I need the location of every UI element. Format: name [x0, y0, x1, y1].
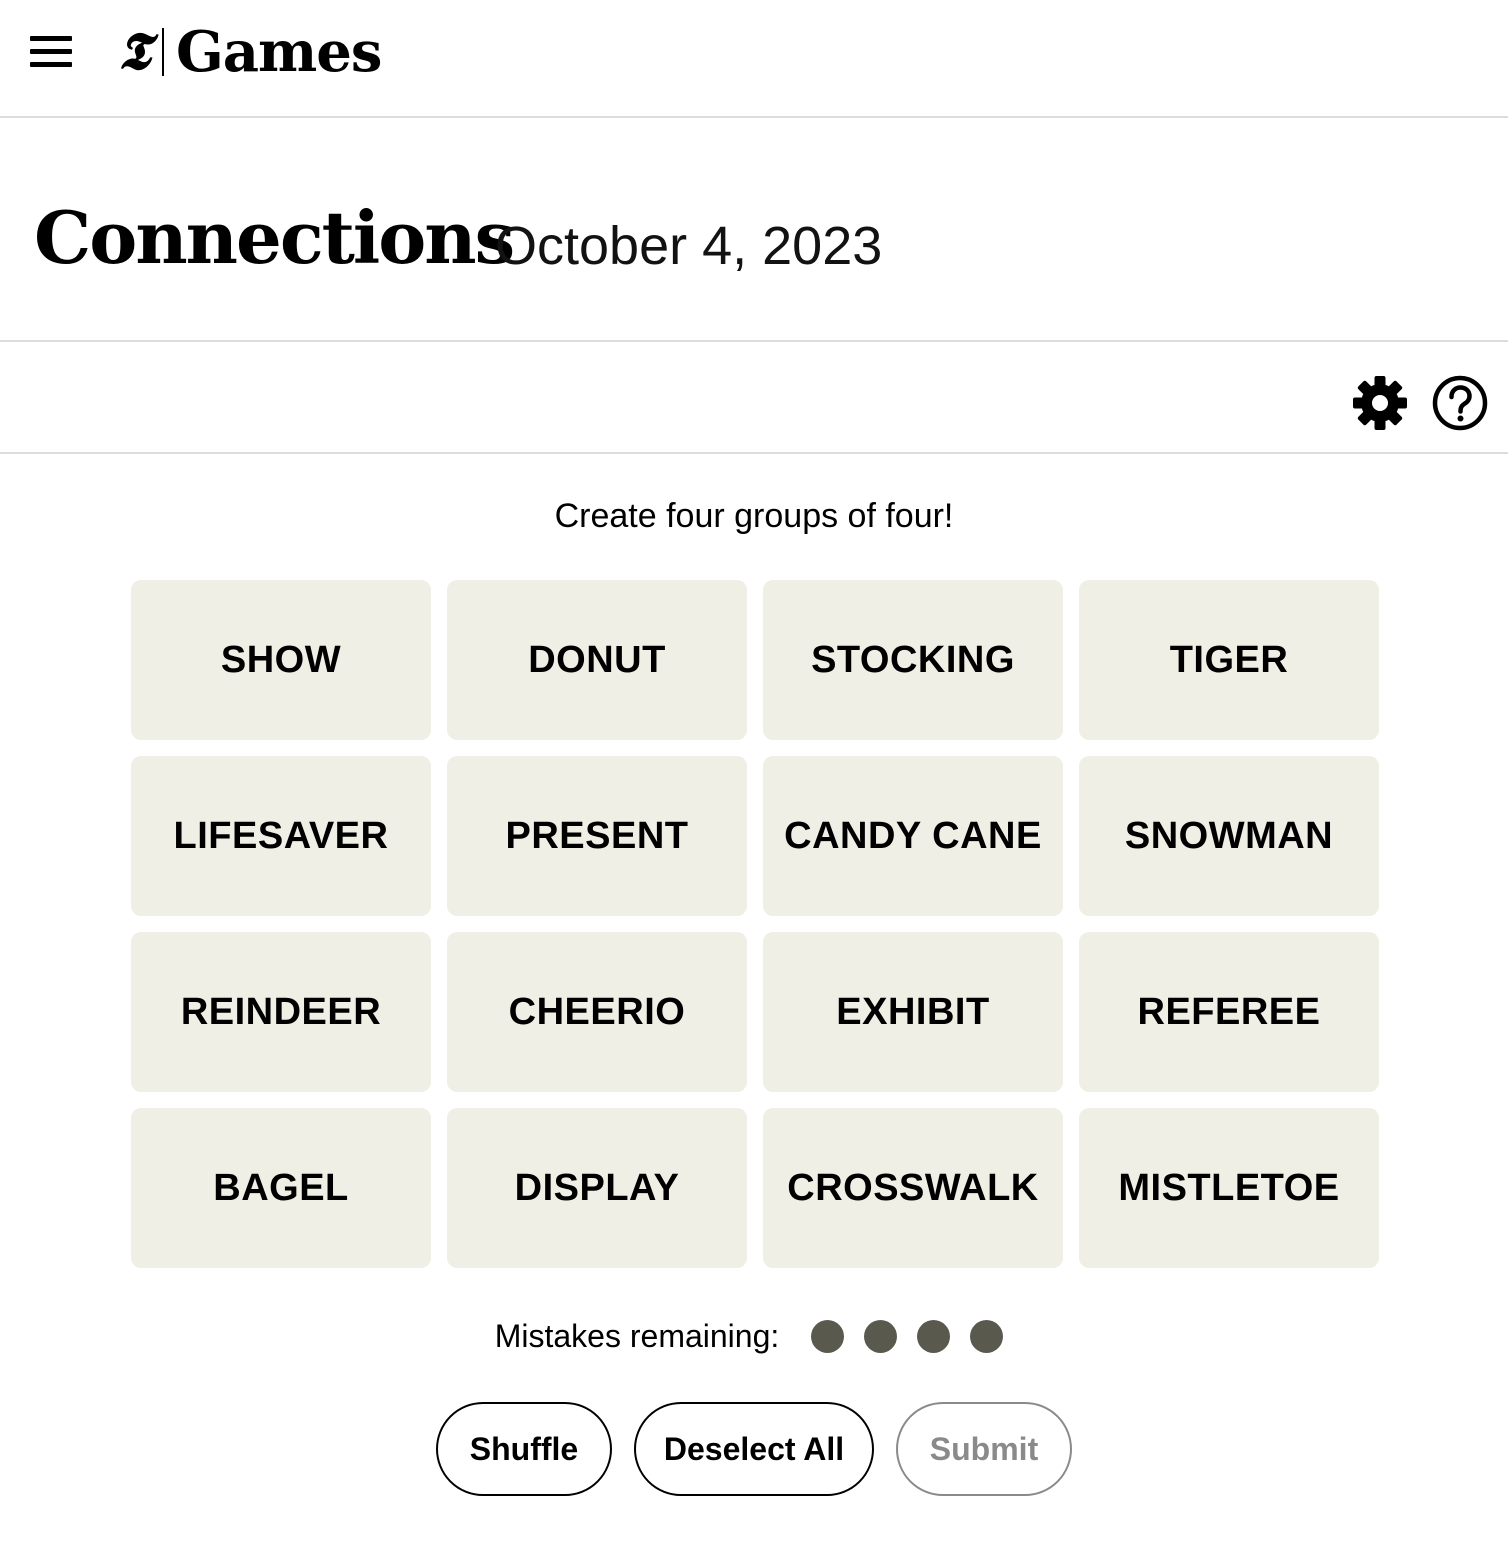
word-tile[interactable]: TIGER — [1079, 580, 1379, 740]
word-tile[interactable]: SNOWMAN — [1079, 756, 1379, 916]
nyt-t-logo-icon: 𝕿 — [118, 21, 150, 82]
word-tile[interactable]: EXHIBIT — [763, 932, 1063, 1092]
word-tile[interactable]: REINDEER — [131, 932, 431, 1092]
word-tile[interactable]: CROSSWALK — [763, 1108, 1063, 1268]
games-wordmark: Games — [175, 19, 383, 85]
word-tile[interactable]: STOCKING — [763, 580, 1063, 740]
action-buttons: Shuffle Deselect All Submit — [0, 1402, 1508, 1500]
mistake-dot-icon — [917, 1319, 951, 1353]
title-band: Connections October 4, 2023 — [0, 118, 1508, 342]
mistake-dot-icon — [864, 1319, 898, 1353]
word-tile[interactable]: CANDY CANE — [763, 756, 1063, 916]
mistake-dot-icon — [811, 1319, 845, 1353]
gear-icon[interactable] — [1352, 375, 1408, 431]
word-grid: SHOW DONUT STOCKING TIGER LIFESAVER PRES… — [131, 580, 1379, 1268]
nyt-games-logo[interactable]: 𝕿 Games — [118, 19, 383, 85]
word-tile[interactable]: LIFESAVER — [131, 756, 431, 916]
word-tile[interactable]: MISTLETOE — [1079, 1108, 1379, 1268]
instructions-text: Create four groups of four! — [554, 497, 954, 535]
word-tile[interactable]: BAGEL — [131, 1108, 431, 1268]
submit-button[interactable]: Submit — [896, 1402, 1072, 1496]
word-tile[interactable]: REFEREE — [1079, 932, 1379, 1092]
top-navigation-bar: 𝕿 Games — [0, 0, 1508, 118]
word-tile[interactable]: DONUT — [447, 580, 747, 740]
shuffle-button[interactable]: Shuffle — [436, 1402, 612, 1496]
help-question-icon[interactable] — [1432, 375, 1488, 431]
mistakes-label: Mistakes remaining: — [494, 1317, 780, 1354]
word-tile[interactable]: PRESENT — [447, 756, 747, 916]
logo-divider — [161, 28, 164, 76]
puzzle-date: October 4, 2023 — [495, 216, 883, 276]
mistake-dot-icon — [970, 1319, 1004, 1353]
word-tile[interactable]: SHOW — [131, 580, 431, 740]
deselect-all-button[interactable]: Deselect All — [634, 1402, 874, 1496]
hamburger-menu-icon[interactable] — [30, 33, 72, 69]
mistakes-remaining: Mistakes remaining: — [0, 1312, 1508, 1360]
page-title: Connections — [34, 195, 515, 280]
word-tile[interactable]: CHEERIO — [447, 932, 747, 1092]
toolbar — [0, 342, 1508, 454]
word-tile[interactable]: DISPLAY — [447, 1108, 747, 1268]
